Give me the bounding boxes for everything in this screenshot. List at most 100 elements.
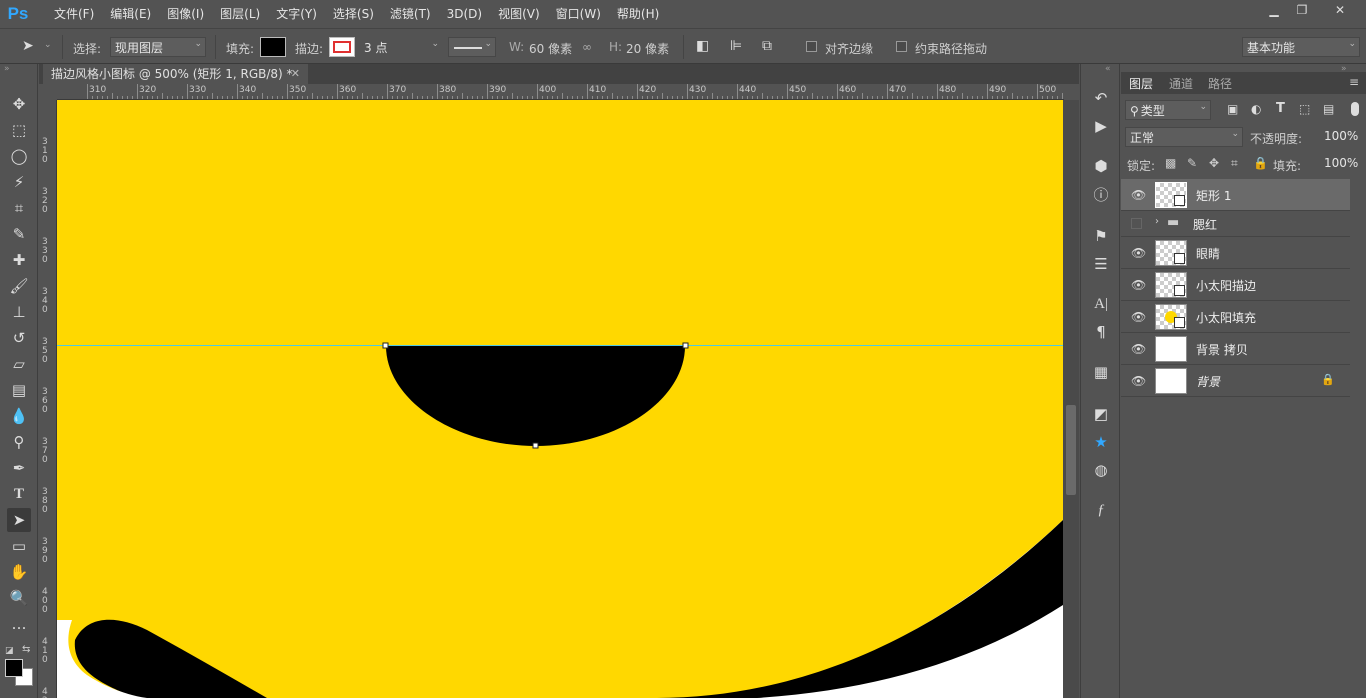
tab-layers[interactable]: 图层 xyxy=(1129,75,1153,92)
lasso-tool-icon[interactable]: ◯ xyxy=(7,144,31,168)
lock-position-icon[interactable]: ✥ xyxy=(1209,156,1219,170)
layer-name[interactable]: 小太阳填充 xyxy=(1196,309,1256,326)
anchor-point-left[interactable] xyxy=(382,342,389,349)
history-brush-tool-icon[interactable]: ↺ xyxy=(7,326,31,350)
move-tool-icon[interactable]: ✥ xyxy=(7,92,31,116)
gradient-tool-icon[interactable]: ▤ xyxy=(7,378,31,402)
fill-swatch[interactable] xyxy=(260,37,286,57)
path-alignment-icon[interactable]: ⊫ xyxy=(730,38,742,54)
filter-pixel-icon[interactable]: ▣ xyxy=(1227,102,1238,116)
clone-stamp-tool-icon[interactable]: ⊥ xyxy=(7,300,31,324)
more-tools-icon[interactable]: … xyxy=(7,612,31,636)
link-icon[interactable]: ∞ xyxy=(582,40,592,54)
workspace-dropdown[interactable]: 基本功能 ⌄ xyxy=(1242,37,1360,57)
vertical-scrollbar[interactable] xyxy=(1063,100,1079,698)
filter-toggle[interactable] xyxy=(1351,102,1359,116)
marquee-tool-icon[interactable]: ⬚ xyxy=(7,118,31,142)
character-icon[interactable]: A| xyxy=(1089,292,1113,316)
layer-row-sun-stroke[interactable]: 👁 小太阳描边 xyxy=(1121,269,1350,301)
blur-tool-icon[interactable]: 💧 xyxy=(7,404,31,428)
layer-row-eyes[interactable]: 👁 眼睛 xyxy=(1121,237,1350,269)
panel-menu-icon[interactable]: ≡ xyxy=(1349,75,1359,89)
collapse-icon[interactable]: » xyxy=(4,64,10,74)
glyphs-icon[interactable]: ƒ xyxy=(1089,498,1113,522)
lock-all-icon[interactable]: 🔒 xyxy=(1253,156,1268,170)
path-selection-tool-icon[interactable]: ➤ xyxy=(7,508,31,532)
menu-help[interactable]: 帮助(H) xyxy=(609,0,667,28)
restore-button[interactable]: ❐ xyxy=(1288,0,1316,20)
stroke-width-dropdown[interactable]: 3 点 ⌄ xyxy=(359,37,443,57)
libraries-icon[interactable]: ◍ xyxy=(1089,458,1113,482)
layer-row-background[interactable]: 👁 背景 🔒 xyxy=(1121,365,1350,397)
close-button[interactable]: ✕ xyxy=(1326,0,1354,20)
layer-row-bg-copy[interactable]: 👁 背景 拷贝 xyxy=(1121,333,1350,365)
scrollbar-thumb[interactable] xyxy=(1066,405,1076,495)
lock-artboard-icon[interactable]: ⌗ xyxy=(1231,156,1238,171)
constrain-path-checkbox[interactable] xyxy=(896,41,907,52)
eye-icon[interactable]: 👁 xyxy=(1131,310,1146,324)
fill-opacity-field[interactable]: 100% xyxy=(1319,154,1363,174)
ruler-origin[interactable] xyxy=(39,84,57,100)
filter-shape-icon[interactable]: ⬚ xyxy=(1299,102,1310,116)
anchor-point-bottom[interactable] xyxy=(532,442,539,449)
3d-icon[interactable]: ⬢ xyxy=(1089,154,1113,178)
rectangle-tool-icon[interactable]: ▭ xyxy=(7,534,31,558)
actions-play-icon[interactable]: ▶ xyxy=(1089,114,1113,138)
menu-filter[interactable]: 滤镜(T) xyxy=(382,0,439,28)
tab-paths[interactable]: 路径 xyxy=(1208,75,1232,92)
paragraph-icon[interactable]: ¶ xyxy=(1089,320,1113,344)
align-edges-checkbox[interactable] xyxy=(806,41,817,52)
layer-name[interactable]: 小太阳描边 xyxy=(1196,277,1256,294)
menu-3d[interactable]: 3D(D) xyxy=(439,0,490,28)
layer-row-blush-group[interactable]: › ▬ 腮红 xyxy=(1121,211,1350,237)
info-icon[interactable]: ⓘ xyxy=(1089,182,1113,206)
type-tool-icon[interactable]: T xyxy=(7,482,31,506)
layer-name[interactable]: 矩形 1 xyxy=(1196,187,1231,204)
opacity-field[interactable]: 100% xyxy=(1319,127,1363,147)
path-arrangement-icon[interactable]: ⧉ xyxy=(762,38,772,54)
chevron-down-icon[interactable]: ⌄ xyxy=(44,40,52,50)
vertical-ruler[interactable]: 310 320 330 340 350 360 370 380 390 400 410 420 xyxy=(39,100,57,698)
eraser-tool-icon[interactable]: ▱ xyxy=(7,352,31,376)
chevron-right-icon[interactable]: › xyxy=(1155,216,1159,227)
brush-presets-icon[interactable]: ⚑ xyxy=(1089,224,1113,248)
menu-image[interactable]: 图像(I) xyxy=(159,0,212,28)
pen-tool-icon[interactable]: ✒ xyxy=(7,456,31,480)
layer-name[interactable]: 背景 拷贝 xyxy=(1196,341,1248,358)
layer-row-sun-fill[interactable]: 👁 小太阳填充 xyxy=(1121,301,1350,333)
filter-type-icon[interactable]: T xyxy=(1276,101,1285,116)
eyedropper-tool-icon[interactable]: ✎ xyxy=(7,222,31,246)
crop-tool-icon[interactable]: ⌗ xyxy=(7,196,31,220)
minimize-button[interactable]: ▁ xyxy=(1260,0,1288,20)
layer-name[interactable]: 背景 xyxy=(1196,373,1220,390)
menu-edit[interactable]: 编辑(E) xyxy=(102,0,159,28)
menu-window[interactable]: 窗口(W) xyxy=(548,0,609,28)
anchor-point-right[interactable] xyxy=(682,342,689,349)
eye-icon[interactable]: 👁 xyxy=(1131,342,1146,356)
grid-icon[interactable]: ▦ xyxy=(1089,360,1113,384)
menu-view[interactable]: 视图(V) xyxy=(490,0,548,28)
filter-smart-object-icon[interactable]: ▤ xyxy=(1323,102,1334,116)
magic-wand-tool-icon[interactable]: ⚡ xyxy=(7,170,31,194)
zoom-tool-icon[interactable]: 🔍 xyxy=(7,586,31,610)
default-colors-icon[interactable]: ◪ xyxy=(5,646,14,656)
document-tab[interactable]: 描边风格小图标 @ 500% (矩形 1, RGB/8) * ✕ xyxy=(43,64,308,84)
filter-adjustment-icon[interactable]: ◐ xyxy=(1251,102,1261,116)
layer-name[interactable]: 腮红 xyxy=(1193,216,1217,233)
close-tab-icon[interactable]: ✕ xyxy=(291,64,300,84)
eye-icon[interactable]: 👁 xyxy=(1131,374,1146,388)
menu-type[interactable]: 文字(Y) xyxy=(268,0,325,28)
eye-icon[interactable]: 👁 xyxy=(1131,246,1146,260)
history-icon[interactable]: ↶ xyxy=(1089,86,1113,110)
brush-tool-icon[interactable]: 🖌 xyxy=(7,274,31,298)
dodge-tool-icon[interactable]: ⚲ xyxy=(7,430,31,454)
tab-channels[interactable]: 通道 xyxy=(1169,75,1193,92)
horizontal-ruler[interactable]: 310 320 330 340 350 360 370 380 390 400 410 420 430 4… xyxy=(57,84,1064,100)
collapse-icon[interactable]: « xyxy=(1105,64,1111,74)
visibility-checkbox[interactable] xyxy=(1131,218,1142,229)
select-layer-dropdown[interactable]: 现用图层 ⌄ xyxy=(110,37,206,57)
stroke-type-dropdown[interactable]: ⌄ xyxy=(448,37,496,57)
eye-icon[interactable]: 👁 xyxy=(1131,188,1146,202)
lock-image-icon[interactable]: ✎ xyxy=(1187,156,1197,170)
foreground-color-swatch[interactable] xyxy=(5,659,23,677)
